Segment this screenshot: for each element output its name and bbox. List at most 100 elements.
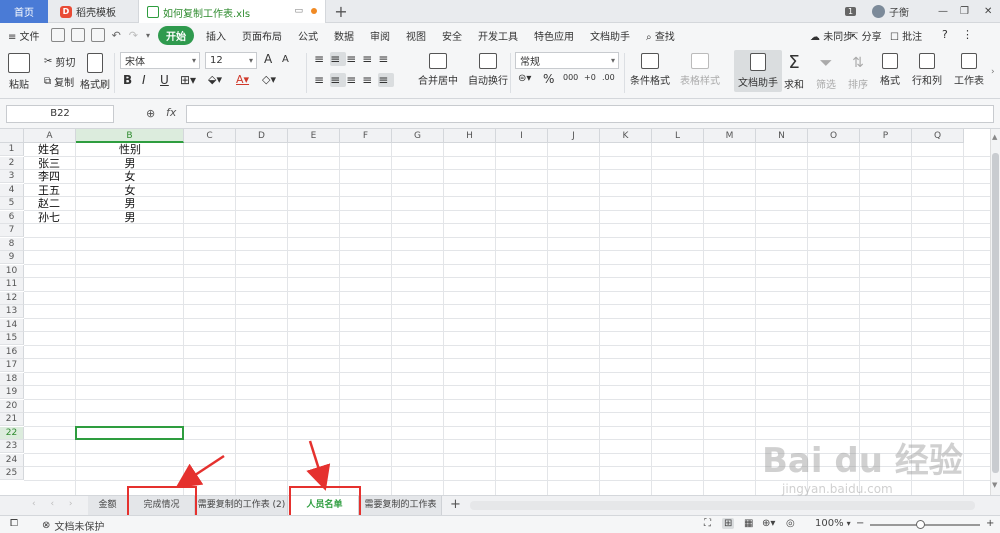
fill-color-icon[interactable]: ⬙▾ (208, 73, 222, 86)
font-shrink-button[interactable]: A (282, 54, 289, 65)
search-button[interactable]: ⌕ 查找 (638, 28, 683, 43)
column-header[interactable]: M (704, 129, 756, 143)
column-header[interactable]: O (808, 129, 860, 143)
row-header[interactable]: 22 (0, 426, 24, 440)
unsaved-dot-icon[interactable] (311, 8, 317, 14)
tab-templates[interactable]: D 稻壳模板 (52, 0, 136, 23)
vertical-scroll-thumb[interactable] (992, 153, 999, 473)
ribbon-scroll-right-icon[interactable]: › (991, 67, 995, 77)
row-header[interactable]: 2 (0, 156, 24, 170)
sum-button[interactable]: Σ 求和 (784, 53, 804, 92)
zoom-in-button[interactable]: + (986, 518, 994, 529)
tab-home[interactable]: 首页 (0, 0, 48, 23)
minimize-button[interactable]: — (938, 0, 948, 23)
redo-icon[interactable]: ↷ (129, 29, 138, 42)
menu-doc-assistant[interactable]: 文档助手 (582, 28, 638, 43)
column-header[interactable]: Q (912, 129, 964, 143)
eye-protection-icon[interactable]: ◎ (786, 518, 795, 529)
new-tab-button[interactable]: + (332, 0, 350, 23)
percent-button[interactable]: % (543, 72, 554, 86)
row-header[interactable]: 4 (0, 183, 24, 197)
print-icon[interactable] (90, 28, 105, 42)
formula-input[interactable] (186, 105, 994, 123)
row-header[interactable]: 18 (0, 372, 24, 386)
column-header[interactable]: F (340, 129, 392, 143)
reading-mode-icon[interactable]: ⊕▾ (762, 518, 775, 529)
page-break-view-icon[interactable]: ▦ (744, 518, 753, 529)
borders-icon[interactable]: ⊞▾ (180, 73, 196, 87)
row-header[interactable]: 1 (0, 143, 24, 156)
tab-file[interactable]: 如何复制工作表.xls ▭ (138, 0, 326, 24)
sheet-tab-copy[interactable]: 需要复制的工作表 (360, 496, 442, 515)
row-header[interactable]: 17 (0, 359, 24, 372)
format-painter-button[interactable]: 格式刷 (80, 53, 110, 91)
row-header[interactable]: 21 (0, 413, 24, 426)
table-style-button[interactable]: 表格样式 (680, 53, 720, 87)
currency-icon[interactable]: ⊜▾ (518, 73, 531, 84)
zoom-search-icon[interactable]: ⊕ (146, 107, 155, 120)
row-header[interactable]: 19 (0, 386, 24, 399)
menu-security[interactable]: 安全 (434, 28, 470, 43)
vertical-align-icons[interactable]: ≡ ≡ ≡≡≡ (314, 52, 394, 66)
italic-button[interactable]: I (142, 73, 146, 87)
more-dropdown-icon[interactable]: ▾ (146, 31, 150, 40)
window-count-badge[interactable]: 1 (845, 0, 857, 23)
doc-assistant-button[interactable]: 文档助手 (734, 50, 782, 92)
decimal-decrease-icon[interactable]: .00 (602, 73, 615, 82)
column-header[interactable]: K (600, 129, 652, 143)
more-options-button[interactable]: ⋮ (962, 28, 973, 41)
scroll-down-icon[interactable]: ▼ (992, 481, 997, 489)
wrap-text-button[interactable]: 自动换行 (468, 53, 508, 87)
menu-formulas[interactable]: 公式 (290, 28, 326, 43)
column-header[interactable]: G (392, 129, 444, 143)
copy-button[interactable]: ⧉ 复制 (44, 74, 74, 89)
font-color-icon[interactable]: A▾ (236, 73, 249, 86)
column-header[interactable]: D (236, 129, 288, 143)
column-header[interactable]: E (288, 129, 340, 143)
underline-button[interactable]: U (160, 73, 169, 87)
cell[interactable]: 女 (76, 184, 184, 197)
sheet-tab-amount[interactable]: 金额 (88, 496, 128, 515)
row-header[interactable]: 5 (0, 197, 24, 210)
undo-icon[interactable]: ↶ (112, 29, 121, 42)
cell[interactable]: 李四 (38, 170, 60, 183)
menu-view[interactable]: 视图 (398, 28, 434, 43)
sheet-tab-copy-2[interactable]: 需要复制的工作表 (2) (196, 496, 288, 515)
row-header[interactable]: 11 (0, 278, 24, 291)
menu-developer[interactable]: 开发工具 (470, 28, 526, 43)
macro-icon[interactable]: ⧠ (10, 518, 18, 529)
font-grow-button[interactable]: A (264, 52, 272, 66)
row-header[interactable]: 23 (0, 440, 24, 453)
zoom-level[interactable]: 100% ▾ (815, 518, 851, 529)
row-header[interactable]: 24 (0, 453, 24, 467)
comment-button[interactable]: ☐ 批注 (890, 28, 922, 43)
row-header[interactable]: 6 (0, 210, 24, 224)
filter-button[interactable]: ⏷ 筛选 (816, 53, 836, 91)
cell[interactable]: 男 (76, 197, 184, 210)
cell[interactable]: 女 (76, 170, 184, 183)
monitor-icon[interactable]: ▭ (294, 6, 303, 16)
column-header[interactable]: B (76, 129, 184, 143)
menu-page-layout[interactable]: 页面布局 (234, 28, 290, 43)
zoom-out-button[interactable]: − (856, 518, 864, 529)
column-header[interactable]: P (860, 129, 912, 143)
close-button[interactable]: ✕ (984, 0, 992, 23)
cell[interactable]: 张三 (38, 157, 60, 170)
eraser-icon[interactable]: ◇▾ (262, 73, 276, 86)
user-area[interactable]: 子衡 (872, 0, 909, 23)
cell[interactable]: 姓名 (38, 143, 60, 156)
column-header[interactable]: A (24, 129, 76, 143)
row-header[interactable]: 25 (0, 467, 24, 480)
column-header[interactable]: N (756, 129, 808, 143)
menu-home[interactable]: 开始 (158, 25, 195, 45)
column-header[interactable]: I (496, 129, 548, 143)
file-menu[interactable]: ≡ 文件 (0, 28, 48, 43)
column-header[interactable]: C (184, 129, 236, 143)
cell[interactable]: 孙七 (38, 211, 60, 224)
row-col-button[interactable]: 行和列 (912, 53, 942, 87)
cut-button[interactable]: ✂ 剪切 (44, 54, 75, 69)
row-header[interactable]: 9 (0, 251, 24, 264)
column-header[interactable]: L (652, 129, 704, 143)
cell[interactable]: 男 (76, 211, 184, 224)
row-header[interactable]: 16 (0, 345, 24, 359)
